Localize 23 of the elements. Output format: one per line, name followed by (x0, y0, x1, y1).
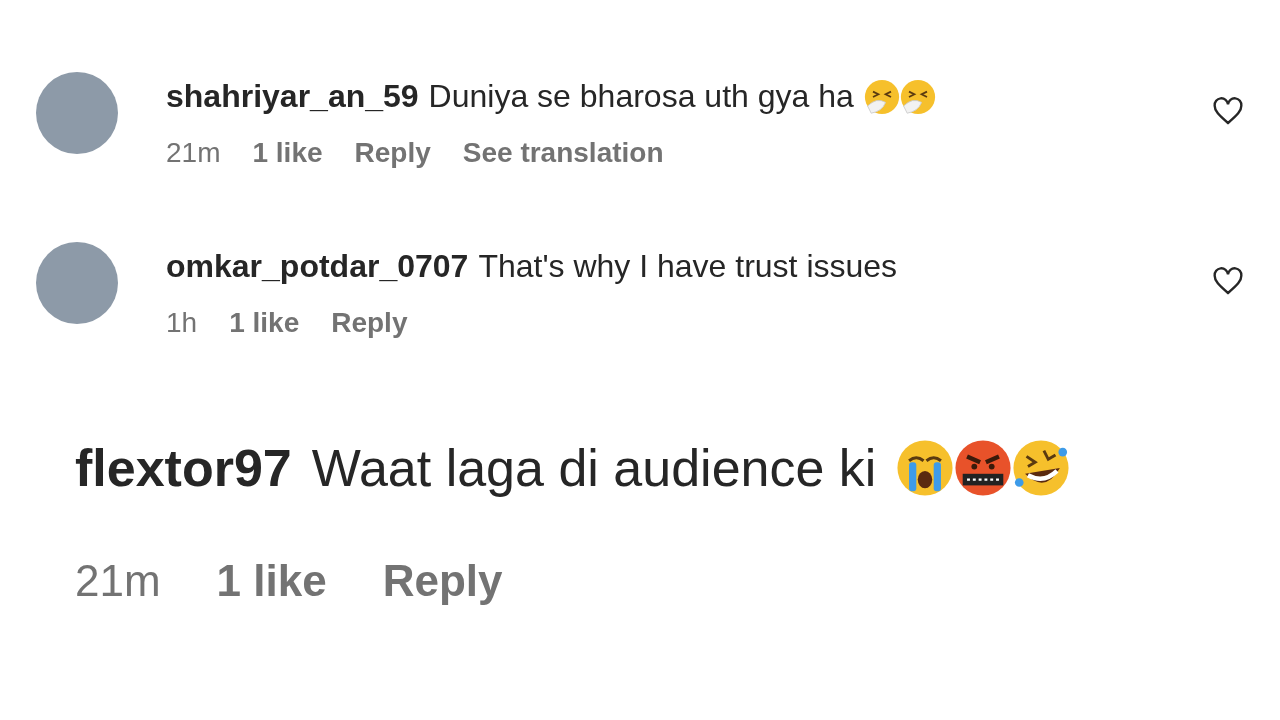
username[interactable]: omkar_potdar_0707 (166, 248, 469, 285)
sneezing-face-icon (863, 78, 900, 115)
username[interactable]: shahriyar_an_59 (166, 78, 419, 115)
comment-text: Waat laga di audience ki (311, 438, 877, 498)
comment-time: 1h (166, 307, 198, 339)
see-translation-link[interactable]: See translation (462, 137, 664, 169)
crying-face-icon (896, 439, 955, 497)
comment-text: That's why I have trust issues (478, 248, 898, 285)
comment-text: Duniya se bharosa uth gya ha (428, 78, 854, 115)
rolling-laughing-face-icon (1012, 439, 1071, 497)
likes-link[interactable]: 1 like (216, 556, 327, 606)
likes-link[interactable]: 1 like (229, 307, 300, 339)
heart-icon[interactable] (1212, 96, 1244, 126)
reply-link[interactable]: Reply (382, 556, 503, 606)
comment-time: 21m (75, 556, 161, 606)
comment-time: 21m (166, 137, 221, 169)
username[interactable]: flextor97 (75, 438, 292, 498)
cursing-face-icon (954, 439, 1013, 497)
likes-link[interactable]: 1 like (252, 137, 323, 169)
heart-icon[interactable] (1212, 266, 1244, 296)
reply-link[interactable]: Reply (354, 137, 431, 169)
sneezing-face-icon (899, 78, 936, 115)
reply-link[interactable]: Reply (331, 307, 408, 339)
